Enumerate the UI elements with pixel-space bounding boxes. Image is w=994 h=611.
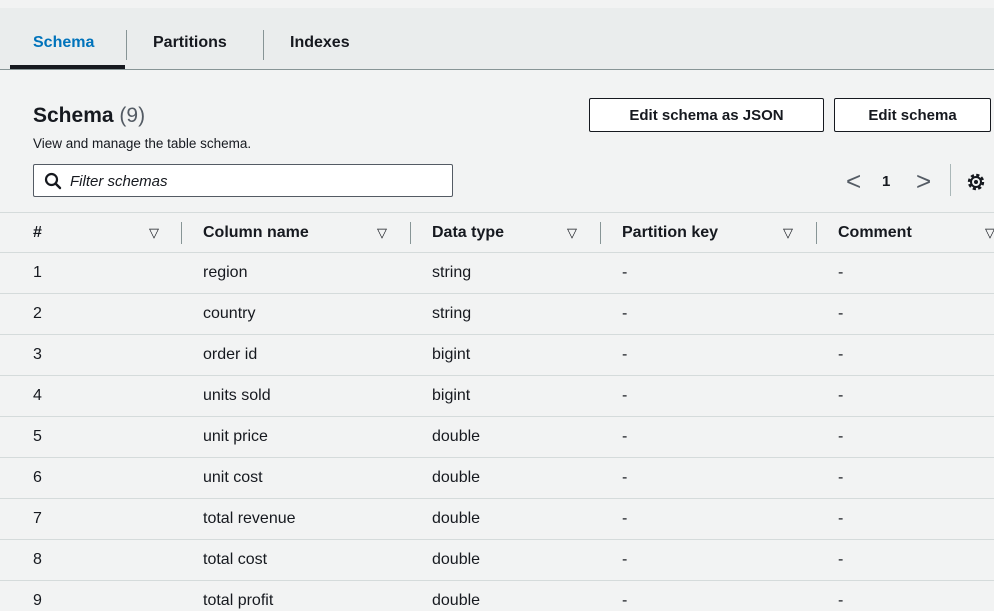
cell-index: 3: [33, 346, 42, 363]
cell-column-name: order id: [203, 346, 258, 363]
active-tab-indicator: [10, 65, 125, 69]
table-row: 1 region string - -: [0, 253, 994, 294]
table-row: 5 unit price double - -: [0, 417, 994, 458]
cell-index: 5: [33, 428, 42, 445]
filter-schemas-input[interactable]: [70, 169, 440, 193]
cell-column-name: region: [203, 264, 248, 281]
cell-partition-key: -: [622, 305, 628, 322]
table-row: 8 total cost double - -: [0, 540, 994, 581]
edit-schema-button[interactable]: Edit schema: [834, 98, 991, 132]
cell-partition-key: -: [622, 510, 628, 527]
cell-data-type: string: [432, 264, 472, 281]
cell-index: 1: [33, 264, 42, 281]
cell-comment: -: [838, 346, 844, 363]
sort-caret-icon[interactable]: ▽: [985, 225, 994, 241]
cell-data-type: string: [432, 305, 472, 322]
filter-schemas-search: [33, 164, 453, 197]
cell-index: 8: [33, 551, 42, 568]
column-header-data-type[interactable]: Data type: [432, 224, 504, 242]
table-row: 7 total revenue double - -: [0, 499, 994, 540]
tab-bar: Schema Partitions Indexes: [0, 8, 994, 70]
cell-index: 2: [33, 305, 42, 322]
cell-data-type: double: [432, 469, 481, 486]
cell-column-name: total revenue: [203, 510, 296, 527]
search-icon: [44, 172, 62, 190]
cell-partition-key: -: [622, 387, 628, 404]
cell-data-type: double: [432, 592, 481, 609]
tab-indexes[interactable]: Indexes: [290, 34, 350, 52]
cell-data-type: double: [432, 428, 481, 445]
table-header: # ▽ Column name ▽ Data type ▽ Partition …: [0, 212, 994, 253]
gear-icon[interactable]: [966, 172, 986, 192]
cell-partition-key: -: [622, 469, 628, 486]
sort-caret-icon[interactable]: ▽: [149, 225, 159, 241]
tab-divider: [263, 30, 264, 60]
cell-column-name: unit price: [203, 428, 268, 445]
cell-data-type: double: [432, 510, 481, 527]
schema-panel: Schema (9) View and manage the table sch…: [0, 88, 994, 611]
cell-data-type: double: [432, 551, 481, 568]
table-row: 2 country string - -: [0, 294, 994, 335]
cell-data-type: bigint: [432, 346, 471, 363]
cell-index: 7: [33, 510, 42, 527]
cell-partition-key: -: [622, 592, 628, 609]
cell-data-type: bigint: [432, 387, 471, 404]
column-resizer[interactable]: [816, 222, 817, 244]
cell-comment: -: [838, 551, 844, 568]
cell-comment: -: [838, 469, 844, 486]
cell-partition-key: -: [622, 264, 628, 281]
column-header-partition-key[interactable]: Partition key: [622, 224, 718, 242]
cell-partition-key: -: [622, 346, 628, 363]
cell-comment: -: [838, 305, 844, 322]
pagination-next: >: [916, 168, 931, 194]
pagination-page: 1: [882, 168, 890, 194]
edit-schema-json-button[interactable]: Edit schema as JSON: [589, 98, 824, 132]
cell-index: 6: [33, 469, 42, 486]
table-row: 6 unit cost double - -: [0, 458, 994, 499]
title-text: Schema: [33, 104, 114, 127]
sort-caret-icon[interactable]: ▽: [377, 225, 387, 241]
previous-page-button[interactable]: <: [846, 168, 861, 194]
cell-index: 9: [33, 592, 42, 609]
tab-divider: [126, 30, 127, 60]
cell-comment: -: [838, 592, 844, 609]
tab-schema[interactable]: Schema: [33, 34, 94, 52]
table-row: 3 order id bigint - -: [0, 335, 994, 376]
cell-comment: -: [838, 428, 844, 445]
column-resizer[interactable]: [181, 222, 182, 244]
cell-partition-key: -: [622, 428, 628, 445]
page-title: Schema (9): [33, 104, 145, 128]
sort-caret-icon[interactable]: ▽: [567, 225, 577, 241]
current-page-number[interactable]: 1: [882, 173, 890, 190]
column-header-column-name[interactable]: Column name: [203, 224, 309, 242]
table-row: 9 total profit double - -: [0, 581, 994, 611]
column-header-index[interactable]: #: [33, 224, 42, 242]
sort-caret-icon[interactable]: ▽: [783, 225, 793, 241]
column-resizer[interactable]: [600, 222, 601, 244]
cell-column-name: country: [203, 305, 256, 322]
cell-column-name: total cost: [203, 551, 268, 568]
pager-divider: [950, 164, 951, 196]
column-resizer[interactable]: [410, 222, 411, 244]
page-description: View and manage the table schema.: [33, 136, 252, 151]
cell-comment: -: [838, 387, 844, 404]
cell-column-name: unit cost: [203, 469, 263, 486]
column-header-comment[interactable]: Comment: [838, 224, 912, 242]
cell-comment: -: [838, 510, 844, 527]
cell-column-name: units sold: [203, 387, 271, 404]
cell-column-name: total profit: [203, 592, 274, 609]
cell-comment: -: [838, 264, 844, 281]
cell-partition-key: -: [622, 551, 628, 568]
schema-count: (9): [119, 104, 146, 127]
table-row: 4 units sold bigint - -: [0, 376, 994, 417]
next-page-button[interactable]: >: [916, 168, 931, 194]
cell-index: 4: [33, 387, 42, 404]
pagination: <: [846, 168, 861, 194]
tab-partitions[interactable]: Partitions: [153, 34, 227, 52]
